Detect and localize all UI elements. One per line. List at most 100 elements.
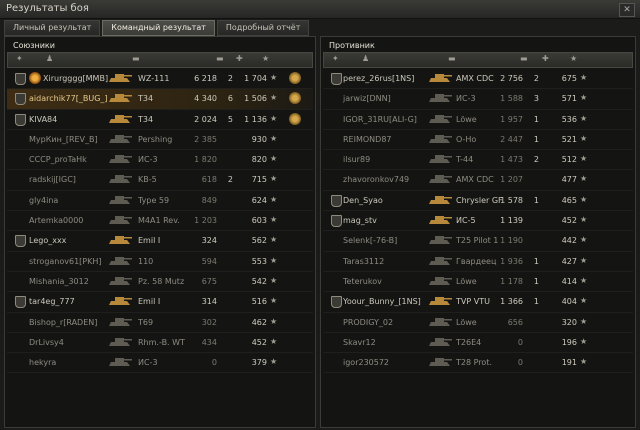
damage-value: 4 340 (194, 94, 217, 104)
damage-value: 0 (211, 358, 217, 368)
player-name: ilsur89 (343, 155, 371, 165)
player-name: radskij[IGC] (29, 175, 76, 185)
player-row[interactable]: ilsur89 T-44 1 473 2 512 ★ (323, 150, 633, 171)
damage-header-icon[interactable]: ▬ (216, 54, 224, 63)
player-row[interactable]: gly4ina Type 59 849 624 ★ (7, 191, 313, 212)
damage-value: 1 936 (500, 256, 523, 266)
player-row[interactable]: aidarchik77[_BUG_] T34 4 340 6 1 506 ★ (7, 89, 313, 110)
player-name: Lego_xxx (29, 236, 67, 246)
tab-detailed-report[interactable]: Подробный отчёт (216, 20, 310, 36)
player-row[interactable]: Artemka0000 M4A1 Rev. 1 203 603 ★ (7, 211, 313, 232)
star-icon: ★ (270, 336, 278, 346)
close-icon[interactable]: ✕ (619, 3, 635, 17)
player-row[interactable]: CCCP_proTaHk ИС-3 1 820 820 ★ (7, 150, 313, 171)
player-row[interactable]: Taras3112 Гвардеец 1 936 1 427 ★ (323, 252, 633, 272)
player-row[interactable]: radskij[IGC] KB-5 618 2 715 ★ (7, 170, 313, 191)
player-row[interactable]: Teterukov Löwe 1 178 1 414 ★ (323, 272, 633, 293)
damage-value: 656 (507, 317, 523, 327)
player-row[interactable]: Den_Syao Chrysler GF 1 578 1 465 ★ (323, 191, 633, 212)
kills-header-icon[interactable]: ✚ (542, 54, 549, 63)
player-row[interactable]: Selenk[-76-B] T25 Pilot 11 190 442 ★ (323, 231, 633, 252)
player-row[interactable]: jarwiz[DNN] ИС-3 1 588 3 571 ★ (323, 89, 633, 110)
kills-value: 6 (227, 94, 233, 104)
player-row[interactable]: tar4eg_777 Emil I 314 516 ★ (7, 292, 313, 313)
player-row[interactable]: IGOR_31RU[ALI-G] Löwe 1 957 1 536 ★ (323, 110, 633, 130)
exp-value: 427 (561, 256, 577, 266)
tank-name: T34 (138, 114, 154, 124)
shield-badge-icon (15, 113, 26, 126)
kills-value: 2 (533, 155, 539, 165)
tank-name: M4A1 Rev. (138, 216, 180, 226)
player-row[interactable]: igor230572 T28 Prot. 0 191 ★ (323, 353, 633, 374)
player-row[interactable]: PRODIGY_02 Löwe 656 320 ★ (323, 313, 633, 333)
star-icon: ★ (580, 215, 588, 225)
shield-badge-icon (15, 235, 26, 248)
kills-value: 1 (533, 195, 539, 205)
medal-icon[interactable] (289, 112, 301, 125)
star-icon: ★ (580, 194, 588, 204)
player-row[interactable]: stroganov61[PKH] 110 594 553 ★ (7, 252, 313, 272)
player-row[interactable]: Xirurgggg[MMB] WZ-111 6 218 2 1 704 ★ (7, 69, 313, 90)
player-row[interactable]: mag_stv ИС-5 1 139 452 ★ (323, 211, 633, 232)
damage-value: 1 473 (500, 155, 523, 165)
kills-header-icon[interactable]: ✚ (236, 54, 243, 63)
player-header-icon: ♟ (46, 54, 54, 63)
enemies-title: Противник (329, 41, 375, 50)
player-row[interactable]: Bishop_r[RADEN] T69 302 462 ★ (7, 313, 313, 333)
exp-value: 477 (561, 175, 577, 185)
kills-value: 5 (227, 114, 233, 124)
exp-value: 196 (561, 337, 577, 347)
player-row[interactable]: perez_26rus[1NS] AMX CDC 2 756 2 675 ★ (323, 69, 633, 90)
exp-value: 465 (561, 195, 577, 205)
player-name: KIVA84 (29, 114, 58, 124)
player-row[interactable]: DrLivsy4 Rhm.-B. WT 434 452 ★ (7, 333, 313, 354)
enemies-list: perez_26rus[1NS] AMX CDC 2 756 2 675 ★ jarwiz[… (323, 69, 633, 374)
player-row[interactable]: zhavoronkov749 AMX CDC 1 207 477 ★ (323, 170, 633, 191)
tank-name: O-Ho (456, 134, 477, 144)
star-header-icon[interactable]: ★ (262, 54, 269, 63)
star-icon: ★ (270, 93, 278, 103)
damage-header-icon[interactable]: ▬ (520, 54, 528, 63)
exp-value: 624 (251, 195, 267, 205)
player-name: Selenk[-76-B] (343, 236, 398, 246)
exp-value: 320 (561, 317, 577, 327)
star-header-icon[interactable]: ★ (570, 54, 577, 63)
tab-team-result[interactable]: Командный результат (102, 20, 215, 36)
player-row[interactable]: Lego_xxx Emil I 324 562 ★ (7, 231, 313, 252)
tab-personal-result[interactable]: Личный результат (4, 20, 101, 36)
tank-name: T69 (138, 317, 154, 327)
exp-value: 1 136 (244, 114, 267, 124)
player-name: stroganov61[PKH] (29, 256, 102, 266)
star-icon: ★ (270, 174, 278, 184)
allies-column-header: ✦ ♟ ▬ ▬ ✚ ★ (7, 52, 313, 68)
tank-silhouette-icon (427, 233, 453, 246)
exp-value: 521 (561, 134, 577, 144)
player-row[interactable]: МурКин_[REV_B] Pershing 2 385 930 ★ (7, 130, 313, 151)
damage-value: 1 190 (500, 236, 523, 246)
kills-value: 2 (533, 74, 539, 83)
player-name: DrLivsy4 (29, 337, 64, 347)
player-row[interactable]: KIVA84 T34 2 024 5 1 136 ★ (7, 110, 313, 130)
damage-value: 1 139 (500, 216, 523, 226)
player-name: Taras3112 (343, 256, 385, 266)
star-icon: ★ (580, 357, 588, 367)
tank-silhouette-icon (107, 213, 133, 226)
medal-icon[interactable] (289, 72, 301, 84)
tank-name: Pershing (138, 134, 173, 144)
medal-icon[interactable] (289, 92, 301, 105)
player-row[interactable]: Skavr12 T26E4 0 196 ★ (323, 333, 633, 354)
player-name: hekyra (29, 358, 57, 368)
exp-value: 536 (561, 114, 577, 124)
exp-value: 379 (251, 358, 267, 368)
player-row[interactable]: Yoour_Bunny_[1NS] TVP VTU 1 366 1 404 ★ (323, 292, 633, 313)
exp-value: 442 (561, 236, 577, 246)
star-icon: ★ (270, 235, 278, 245)
star-icon: ★ (580, 93, 588, 103)
player-row[interactable]: Mishania_3012 Pz. 58 Mutz 675 542 ★ (7, 272, 313, 293)
damage-value: 1 366 (500, 297, 523, 307)
player-name: PRODIGY_02 (343, 317, 394, 327)
star-icon: ★ (270, 316, 278, 326)
player-row[interactable]: hekyra ИС-3 0 379 ★ (7, 353, 313, 374)
player-row[interactable]: REIMOND87 O-Ho 2 447 1 521 ★ (323, 130, 633, 151)
kills-value: 1 (533, 276, 539, 286)
